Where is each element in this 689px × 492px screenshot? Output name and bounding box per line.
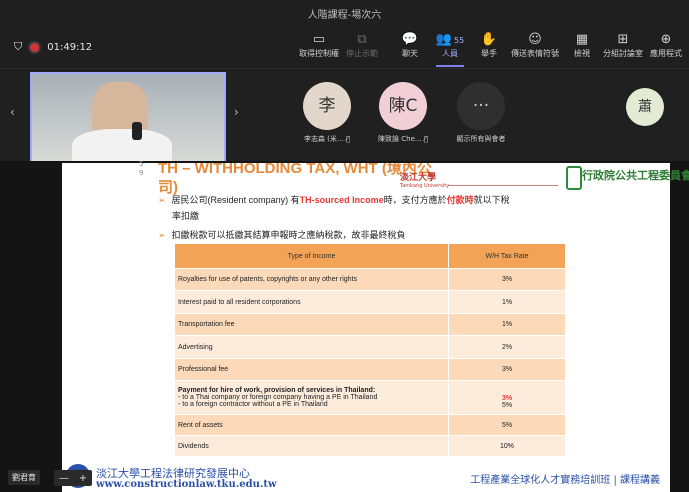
zoom-control: — +: [54, 470, 92, 486]
show-all-participants-button[interactable]: ··· 顯示所有與會者: [446, 82, 516, 144]
pcc-seal-icon: [566, 166, 582, 190]
send-emoji-button[interactable]: ☺ 傳送表情符號: [508, 32, 562, 59]
avatar: 蕭: [626, 88, 664, 126]
presenter-video[interactable]: [30, 72, 226, 163]
meeting-toolbar: ⛉ 01:49:12 ▭ 取得控制權 ⧉ 停止示範 💬 聊天 👥 55 人員 ✋ …: [0, 26, 689, 69]
footer-course: 工程產業全球化人才實務培訓班 | 課程講義: [470, 475, 660, 486]
bullet-2: ➢ 扣繳稅款可以抵繳其結算申報時之應納稅款，故非最終稅負: [158, 230, 406, 240]
slide-number: 5 9: [139, 160, 144, 177]
skyline-graphic: [448, 171, 558, 186]
presenter-name-label: 劉君育: [8, 470, 40, 485]
footer-url: www.constructionlaw.tku.edu.tw: [96, 479, 277, 490]
people-count: 55: [454, 36, 465, 45]
record-icon: [30, 42, 40, 52]
chevron-left-icon[interactable]: ‹: [10, 105, 15, 119]
table-row: Transportation fee 1%: [174, 313, 566, 336]
table-row: Dividends 10%: [174, 435, 566, 457]
view-icon: ▦: [575, 32, 589, 47]
participant-tile[interactable]: 李 李志森 (米... 🎙̸: [292, 82, 362, 144]
breakout-icon: ⊞: [617, 32, 629, 47]
take-control-button[interactable]: ▭ 取得控制權: [298, 32, 340, 59]
raise-hand-button[interactable]: ✋ 舉手: [474, 32, 504, 59]
zoom-in-button[interactable]: +: [79, 473, 87, 484]
participant-tile[interactable]: 陳C 陳致論 Che... 🎙̸: [368, 82, 438, 144]
chat-icon: 💬: [401, 32, 419, 47]
bullet-arrow-icon: ➢: [158, 195, 166, 205]
tamkang-logo: 淡江大學 Tamkang University: [400, 173, 450, 189]
shield-icon: ⛉: [14, 40, 23, 53]
bullet-arrow-icon: ➢: [158, 230, 166, 240]
mic-off-icon: 🎙̸: [423, 135, 428, 143]
microphone: [132, 122, 142, 140]
more-icon: ···: [457, 82, 505, 130]
withholding-tax-table: Type of Income W/H Tax Rate Royalties fo…: [174, 243, 566, 457]
slide-footer: 淡江大學工程法律研究發展中心 www.constructionlaw.tku.e…: [62, 460, 670, 492]
present-icon: ⧉: [357, 32, 367, 47]
slide-title: TH – WITHHOLDING TAX, WHT (境內公: [158, 163, 432, 177]
hand-icon: ✋: [480, 32, 498, 47]
table-row: Advertising 2%: [174, 335, 566, 359]
column-header-type: Type of Income: [174, 243, 449, 269]
apps-button[interactable]: ⊕ 應用程式: [646, 32, 686, 59]
meeting-timer: 01:49:12: [47, 41, 93, 53]
table-row: Professional fee 3%: [174, 358, 566, 381]
emoji-icon: ☺: [528, 32, 542, 47]
people-button[interactable]: 👥 55 人員: [432, 32, 468, 67]
presenter-shirt: [72, 129, 172, 161]
table-row: Interest paid to all resident corporatio…: [174, 290, 566, 314]
chat-button[interactable]: 💬 聊天: [394, 32, 426, 59]
view-button[interactable]: ▦ 檢視: [568, 32, 596, 59]
table-row: Payment for hire of work, provision of s…: [174, 380, 566, 415]
chevron-right-icon[interactable]: ›: [234, 105, 239, 119]
participant-name: 陳致論 Che...: [378, 135, 422, 143]
apps-icon: ⊕: [660, 32, 672, 47]
stop-presenting-button[interactable]: ⧉ 停止示範: [342, 32, 382, 59]
avatar: 李: [303, 82, 351, 130]
bullet-1: ➢ 居民公司(Resident company) 有TH-sourced Inco…: [158, 195, 510, 221]
table-row: Royalties for use of patents, copyrights…: [174, 268, 566, 291]
participant-tile[interactable]: 蕭: [612, 88, 678, 130]
window-title: 人階課程-場次六: [307, 10, 382, 21]
avatar: 陳C: [379, 82, 427, 130]
display-icon: ▭: [312, 32, 326, 47]
pcc-logo: 行政院公共工程委員會: [566, 164, 689, 190]
show-all-label: 顯示所有與會者: [456, 135, 506, 143]
column-header-rate: W/H Tax Rate: [448, 243, 566, 269]
table-row: Rent of assets 5%: [174, 414, 566, 436]
breakout-rooms-button[interactable]: ⊞ 分組討論室: [602, 32, 644, 59]
recording-status: ⛉ 01:49:12: [14, 40, 92, 54]
mic-off-icon: 🎙̸: [345, 135, 351, 143]
zoom-out-button[interactable]: —: [59, 473, 69, 484]
people-icon: 👥: [435, 32, 452, 47]
participant-name: 李志森 (米...: [303, 135, 344, 143]
title-bar: 人階課程-場次六: [0, 0, 689, 26]
